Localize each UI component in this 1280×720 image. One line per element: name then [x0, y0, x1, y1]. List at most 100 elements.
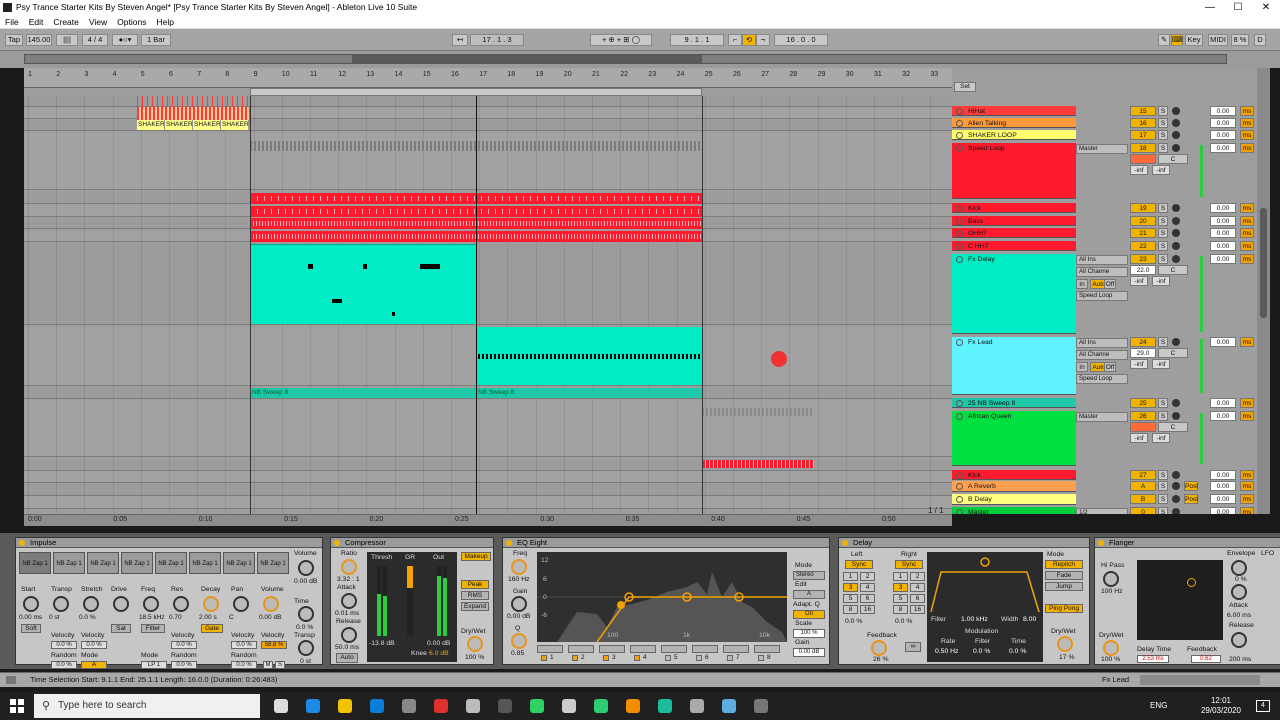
impulse-filter-type[interactable]: LP 1 — [141, 661, 167, 669]
send-b-field[interactable]: -inf — [1152, 165, 1170, 175]
solo-button[interactable]: S — [1158, 106, 1168, 116]
track-header[interactable]: A Reverb — [952, 481, 1076, 492]
impulse-velocity-value[interactable]: 0.0 % — [171, 641, 197, 649]
ratio-knob[interactable] — [341, 559, 357, 575]
impulse-pads[interactable]: NB Zap 1 NB Zap 1 NB Zap 1 NB Zap 1 NB Zap 1… — [19, 552, 291, 574]
track-header[interactable]: Alien Talking — [952, 118, 1076, 128]
delay-unit-field[interactable]: ms — [1240, 494, 1254, 504]
envelope-attack-knob[interactable] — [1231, 584, 1247, 600]
track-header[interactable]: Fx Delay — [952, 254, 1076, 334]
impulse-param-knob[interactable] — [83, 596, 99, 612]
eq-band-shape-1[interactable] — [537, 645, 563, 653]
track-header[interactable]: 25 NB Sweep 8 — [952, 398, 1076, 408]
track-input-channel[interactable]: All Channe — [1076, 350, 1128, 360]
network-icon[interactable] — [722, 699, 736, 713]
loop-toggle-icon[interactable]: ⟲ — [742, 34, 756, 46]
arrangement-position[interactable]: 17 . 1 . 3 — [470, 34, 524, 46]
tap-button[interactable]: Tap — [5, 34, 23, 46]
track-number-activator[interactable]: 16 — [1130, 118, 1156, 128]
vlc-icon[interactable] — [626, 699, 640, 713]
pan-value[interactable] — [1130, 154, 1156, 164]
track-number-activator[interactable]: 25 — [1130, 398, 1156, 408]
solo-button[interactable]: S — [1158, 494, 1168, 504]
computer-midi-keyboard-icon[interactable]: ⌨ — [1171, 34, 1183, 46]
draw-mode-icon[interactable]: ✎ — [1158, 34, 1170, 46]
impulse-transp-knob[interactable] — [298, 640, 314, 656]
attack-knob[interactable] — [341, 593, 357, 609]
saturate-button[interactable]: Sat — [111, 624, 131, 633]
notification-icon[interactable]: 4 — [1256, 700, 1270, 712]
delay-unit-field[interactable]: ms — [1240, 507, 1254, 514]
monitor-in[interactable]: In — [1076, 362, 1088, 372]
delay-left-beat-5[interactable]: 5 — [843, 594, 858, 603]
solo-button[interactable]: S — [1158, 203, 1168, 213]
track-volume-field[interactable]: 0.00 — [1210, 398, 1236, 408]
delay-drywet-knob[interactable] — [1057, 636, 1073, 652]
pan-field[interactable]: C — [1158, 422, 1188, 432]
impulse-param-knob[interactable] — [263, 596, 279, 612]
menu-view[interactable]: View — [84, 15, 112, 29]
eq-band-shape-2[interactable] — [568, 645, 594, 653]
eq-adaptq-button[interactable]: On — [793, 610, 825, 619]
impulse-param-knob[interactable] — [53, 596, 69, 612]
auto-release-button[interactable]: Auto — [336, 653, 358, 663]
monitor-in[interactable]: In — [1076, 279, 1088, 289]
impulse-velocity-value[interactable]: 58.8 % — [261, 641, 287, 649]
eq-band-toggle-6[interactable] — [696, 655, 702, 661]
jump-button[interactable]: Jump — [1045, 582, 1083, 591]
impulse-filter-random-value[interactable]: 0.0 % — [171, 661, 197, 669]
follow-icon[interactable]: ↤ — [452, 34, 468, 46]
mail-icon[interactable] — [370, 699, 384, 713]
delay-left-beat-2[interactable]: 2 — [860, 572, 875, 581]
clock-time[interactable]: 12:01 — [1196, 696, 1246, 705]
delay-filter-display[interactable]: Filter 1.00 kHz Width 8.00 Modulation Ra… — [927, 552, 1043, 662]
eq-band-toggle-2[interactable] — [572, 655, 578, 661]
shaker-clip[interactable]: SHAKER — [221, 120, 249, 130]
eq-band-toggle-7[interactable] — [727, 655, 733, 661]
delay-right-beat-3[interactable]: 3 — [893, 583, 908, 592]
eq-edit-a-button[interactable]: A — [793, 590, 825, 599]
monitor-off[interactable]: Off — [1104, 362, 1116, 372]
delay-right-beat-grid[interactable]: 1 2 3 4 5 6 8 16 — [893, 572, 927, 616]
menu-create[interactable]: Create — [48, 15, 84, 29]
track-play-icon[interactable] — [956, 120, 963, 127]
impulse-pad-7[interactable]: NB Zap 1 — [223, 552, 255, 574]
delay-unit-field[interactable]: ms — [1240, 337, 1254, 347]
arm-button-icon[interactable] — [1172, 495, 1180, 503]
track-input-routing[interactable]: Master — [1076, 412, 1128, 422]
track-header[interactable]: Speed Loop — [952, 143, 1076, 199]
delay-right-beat-16[interactable]: 16 — [910, 605, 925, 614]
eq-eight-device[interactable]: EQ Eight Freq 160 Hz Gain 0.00 dB Q 0.85… — [502, 537, 830, 665]
track-header[interactable]: Master — [952, 507, 1076, 514]
eq-spectrum-display[interactable]: 100 1k 10k 12 6 0 -6 — [537, 552, 787, 642]
track-lane[interactable] — [24, 497, 952, 509]
xy-handle[interactable] — [1187, 578, 1196, 587]
track-volume-field[interactable]: 0.00 — [1210, 411, 1236, 421]
track-header[interactable]: Kick — [952, 203, 1076, 213]
track-play-icon[interactable] — [956, 509, 963, 514]
app-teal-icon[interactable] — [658, 699, 672, 713]
impulse-pan-random-value[interactable]: 0.0 % — [231, 661, 257, 669]
track-header[interactable]: C HH7 — [952, 241, 1076, 251]
delay-unit-field[interactable]: ms — [1240, 481, 1254, 491]
track-volume-field[interactable]: 0.00 — [1210, 494, 1236, 504]
solo-button[interactable]: S — [1158, 216, 1168, 226]
eq-mode-dropdown[interactable]: Stereo — [793, 571, 825, 580]
eq-band-selectors[interactable]: 1 2 3 4 5 6 7 8 — [537, 644, 787, 664]
delaytime-value[interactable]: 2.53 ms — [1137, 655, 1169, 663]
view-switch-buttons[interactable] — [1140, 675, 1260, 685]
eq-band-shape-5[interactable] — [661, 645, 687, 653]
live-active-icon[interactable] — [754, 699, 768, 713]
impulse-pad-3[interactable]: NB Zap 1 — [87, 552, 119, 574]
delay-right-sync-button[interactable]: Sync — [895, 560, 923, 569]
overview-visible-region[interactable] — [352, 55, 702, 63]
track-number-activator[interactable]: 24 — [1130, 337, 1156, 347]
compressor-device[interactable]: Compressor Ratio 3.32 : 1 Attack 0.01 ms… — [330, 537, 494, 665]
key-map-button[interactable]: Key — [1185, 34, 1203, 46]
track-volume-field[interactable]: 0.00 — [1210, 228, 1236, 238]
track-volume-field[interactable]: 0.00 — [1210, 254, 1236, 264]
solo-button[interactable]: S — [1158, 470, 1168, 480]
menu-help[interactable]: Help — [151, 15, 178, 29]
monitor-off[interactable]: Off — [1104, 279, 1116, 289]
file-explorer-icon[interactable] — [338, 699, 352, 713]
